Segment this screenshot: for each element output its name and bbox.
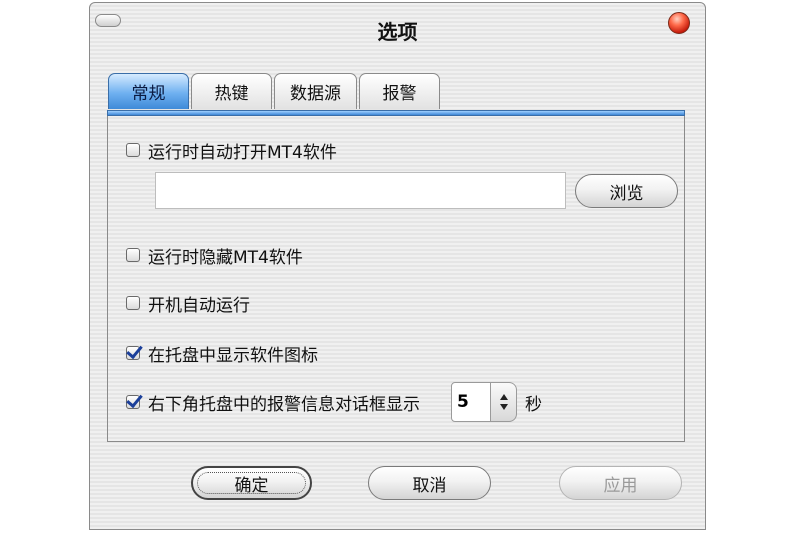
tray-icon-label: 在托盘中显示软件图标 bbox=[148, 345, 318, 366]
alert-seconds-stepper[interactable]: 5 bbox=[451, 382, 517, 422]
alert-seconds-value[interactable]: 5 bbox=[451, 382, 491, 422]
mt4-path-input[interactable] bbox=[155, 172, 566, 209]
browse-button[interactable]: 浏览 bbox=[575, 174, 678, 208]
seconds-unit-label: 秒 bbox=[525, 395, 542, 415]
apply-button: 应用 bbox=[559, 466, 682, 500]
general-panel: 运行时自动打开MT4软件 浏览 运行时隐藏MT4软件 开机自动运行 在托盘中显示… bbox=[107, 116, 685, 442]
tray-alert-label: 右下角托盘中的报警信息对话框显示 bbox=[148, 394, 420, 415]
title-bar[interactable]: 选项 bbox=[90, 3, 705, 49]
hide-mt4-option[interactable]: 运行时隐藏MT4软件 bbox=[126, 243, 303, 268]
auto-open-mt4-option[interactable]: 运行时自动打开MT4软件 bbox=[126, 138, 337, 163]
auto-open-mt4-checkbox[interactable] bbox=[126, 143, 140, 157]
hide-mt4-checkbox[interactable] bbox=[126, 248, 140, 262]
ok-button[interactable]: 确定 bbox=[191, 466, 312, 500]
hide-mt4-label: 运行时隐藏MT4软件 bbox=[148, 247, 303, 268]
tray-alert-checkbox[interactable] bbox=[126, 395, 140, 409]
close-button[interactable] bbox=[668, 12, 690, 34]
startup-checkbox[interactable] bbox=[126, 296, 140, 310]
tab-general[interactable]: 常规 bbox=[108, 73, 189, 109]
tab-data-source[interactable]: 数据源 bbox=[274, 73, 357, 109]
auto-open-mt4-label: 运行时自动打开MT4软件 bbox=[148, 142, 337, 163]
arrow-down-icon[interactable] bbox=[499, 404, 508, 410]
startup-label: 开机自动运行 bbox=[148, 295, 250, 316]
arrow-up-icon[interactable] bbox=[499, 394, 508, 400]
tray-alert-option[interactable]: 右下角托盘中的报警信息对话框显示 bbox=[126, 390, 420, 415]
tab-alerts[interactable]: 报警 bbox=[359, 73, 440, 109]
window-title: 选项 bbox=[377, 20, 418, 44]
tray-icon-option[interactable]: 在托盘中显示软件图标 bbox=[126, 341, 318, 366]
options-dialog: 选项 常规 热键 数据源 报警 运行时自动打开MT4软件 浏览 运行时隐藏MT4… bbox=[89, 2, 706, 530]
startup-option[interactable]: 开机自动运行 bbox=[126, 291, 250, 316]
stepper-arrows[interactable] bbox=[491, 382, 517, 422]
cancel-button[interactable]: 取消 bbox=[368, 466, 491, 500]
tab-hotkeys[interactable]: 热键 bbox=[191, 73, 272, 109]
tray-icon-checkbox[interactable] bbox=[126, 346, 140, 360]
